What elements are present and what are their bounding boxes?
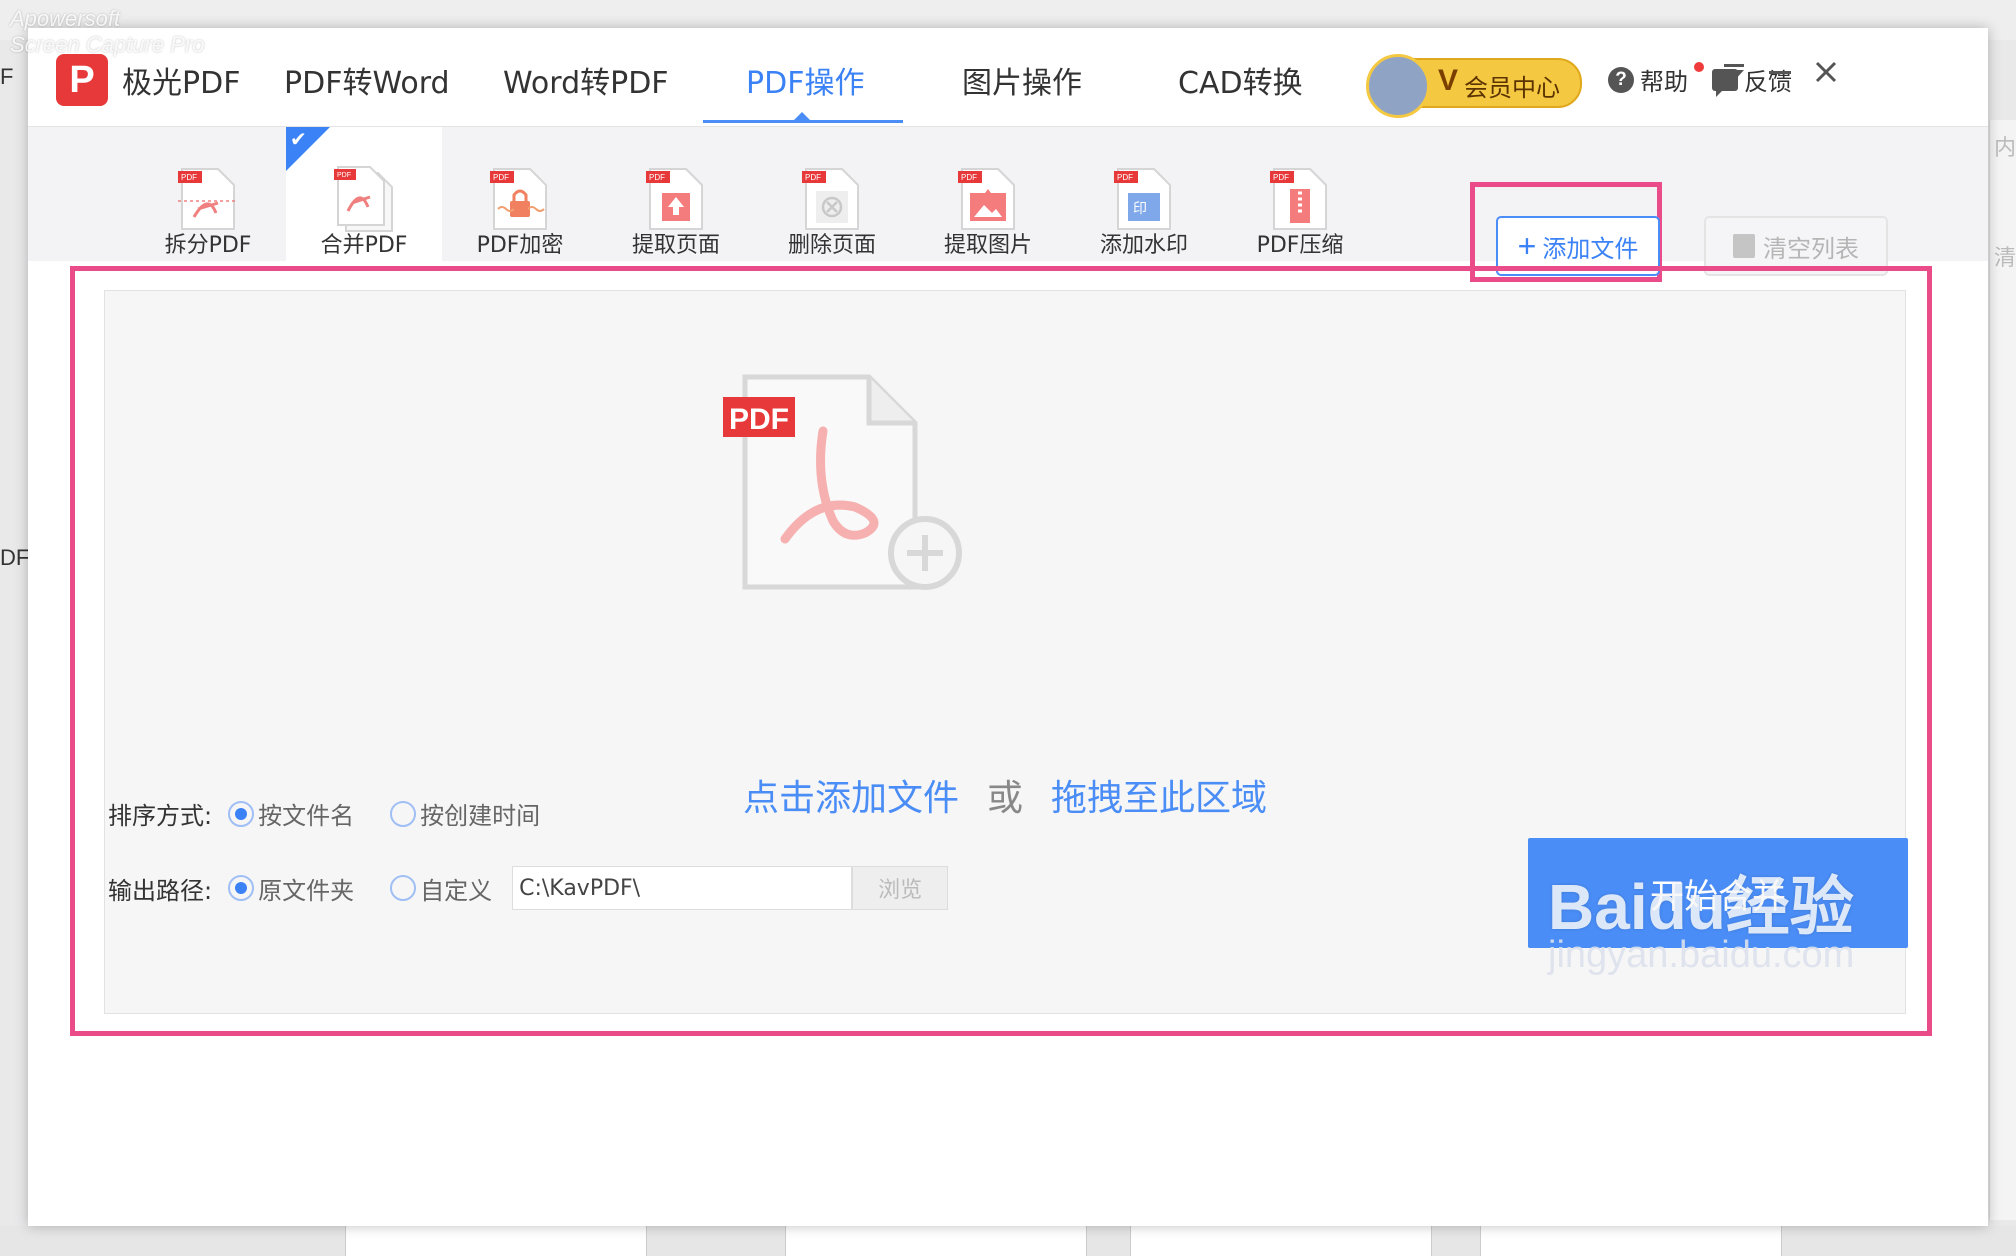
tool-label: PDF加密: [476, 233, 564, 258]
tool-encrypt-pdf[interactable]: PDF PDF加密: [442, 127, 598, 261]
background-text: 清: [1993, 246, 2016, 271]
sort-by-name-radio[interactable]: 按文件名: [228, 796, 354, 831]
svg-text:PDF: PDF: [493, 173, 509, 182]
split-pdf-icon: PDF: [178, 168, 238, 230]
radio-circle: [228, 875, 255, 901]
radio-label: 按文件名: [258, 802, 355, 830]
tab-pdf-to-word[interactable]: PDF转Word: [284, 58, 450, 102]
radio-label: 原文件夹: [258, 876, 355, 905]
tool-label: 添加水印: [1099, 233, 1188, 258]
tab-word-to-pdf[interactable]: Word转PDF: [503, 58, 669, 102]
svg-text:PDF: PDF: [649, 173, 665, 182]
capture-watermark: Apowersoft Screen Capture Pro: [10, 6, 204, 58]
svg-text:PDF: PDF: [1273, 173, 1289, 182]
tool-delete-page[interactable]: PDF 删除页面: [754, 127, 910, 261]
minimize-icon[interactable]: [1762, 58, 1798, 94]
radio-circle: [228, 800, 255, 827]
radio-circle: [390, 800, 417, 827]
question-icon: ?: [1608, 66, 1634, 93]
svg-text:PDF: PDF: [337, 172, 351, 179]
active-tab-indicator: [703, 120, 903, 123]
delete-page-icon: PDF: [802, 168, 859, 230]
extract-page-icon: PDF: [646, 168, 703, 230]
compress-pdf-icon: PDF: [1270, 168, 1327, 230]
tool-add-watermark[interactable]: PDF 印 添加水印: [1066, 127, 1222, 261]
extract-image-icon: PDF: [958, 168, 1015, 230]
background-thumbnail: [1480, 1226, 1782, 1256]
tool-compress-pdf[interactable]: PDF PDF压缩: [1222, 127, 1378, 261]
tool-label: 提取页面: [631, 233, 720, 258]
notification-dot: [1694, 62, 1704, 72]
tab-pdf-operations[interactable]: PDF操作: [746, 58, 864, 102]
background-thumbnail: [785, 1226, 1087, 1256]
clear-list-label: 清空列表: [1763, 234, 1859, 263]
tool-label: 删除页面: [787, 233, 876, 258]
background-panel: [1989, 120, 2016, 1220]
radio-label: 按创建时间: [420, 802, 541, 830]
tool-merge-pdf[interactable]: ✔ PDF 合并PDF: [286, 127, 442, 261]
add-file-label: 添加文件: [1542, 234, 1639, 263]
background-text: F: [0, 64, 14, 89]
sort-label: 排序方式:: [108, 802, 213, 830]
sort-by-time-radio[interactable]: 按创建时间: [390, 796, 540, 831]
title-bar: P 极光PDF PDF转Word Word转PDF PDF操作 图片操作 CAD…: [28, 28, 1988, 127]
vip-center-button[interactable]: V 会员中心: [1366, 54, 1582, 118]
merge-pdf-icon: PDF: [334, 166, 393, 232]
tab-cad-convert[interactable]: CAD转换: [1178, 58, 1303, 102]
checkmark-icon: ✔: [290, 127, 307, 151]
capture-watermark-line: Apowersoft: [10, 6, 121, 31]
help-label: 帮助: [1640, 68, 1688, 96]
tool-label: 合并PDF: [320, 233, 408, 258]
watermark-icon: PDF 印: [1114, 168, 1171, 230]
background-text: 内: [1993, 136, 2016, 161]
tool-label: 提取图片: [943, 233, 1032, 258]
tab-image-operations[interactable]: 图片操作: [962, 58, 1082, 102]
encrypt-pdf-icon: PDF: [490, 168, 547, 230]
menu-dropdown-icon[interactable]: [1716, 58, 1752, 94]
app-name[interactable]: 极光PDF: [122, 58, 240, 102]
vip-badge-icon: V: [1438, 64, 1459, 97]
background-thumbnail: [345, 1226, 647, 1256]
browse-button[interactable]: 浏览: [852, 866, 949, 910]
avatar: [1366, 54, 1430, 118]
radio-label: 自定义: [420, 876, 493, 905]
svg-text:PDF: PDF: [181, 173, 197, 182]
active-tab-caret: [794, 112, 810, 120]
sort-options: 排序方式: 按文件名 按创建时间: [108, 796, 576, 831]
tool-label: 拆分PDF: [164, 233, 252, 258]
background-thumbnail: [1130, 1226, 1432, 1256]
app-logo: P: [56, 54, 108, 106]
trash-icon: [1733, 234, 1755, 258]
svg-text:PDF: PDF: [805, 173, 821, 182]
vip-label: 会员中心: [1464, 74, 1560, 102]
output-label: 输出路径:: [108, 876, 213, 905]
svg-text:PDF: PDF: [961, 173, 977, 182]
close-icon[interactable]: [1808, 58, 1844, 94]
svg-text:印: 印: [1133, 201, 1147, 217]
plus-icon: +: [1517, 227, 1537, 264]
tool-split-pdf[interactable]: PDF 拆分PDF: [130, 127, 286, 261]
background-text: DF: [0, 545, 30, 570]
capture-watermark-line: Screen Capture Pro: [10, 32, 205, 57]
output-options: 输出路径: 原文件夹 自定义 浏览: [108, 866, 949, 910]
app-window: P 极光PDF PDF转Word Word转PDF PDF操作 图片操作 CAD…: [28, 28, 1988, 1226]
radio-circle: [390, 875, 417, 901]
tool-extract-page[interactable]: PDF 提取页面: [598, 127, 754, 261]
tool-label: PDF压缩: [1256, 233, 1344, 258]
svg-text:PDF: PDF: [1117, 173, 1133, 182]
output-path-input[interactable]: [512, 866, 853, 910]
operations-toolbar: PDF 拆分PDF ✔ PDF 合并PDF PDF PDF加密 PDF 提取页面…: [28, 127, 1988, 261]
tool-extract-image[interactable]: PDF 提取图片: [910, 127, 1066, 261]
help-button[interactable]: ? 帮助: [1608, 62, 1688, 97]
start-merge-button[interactable]: 开始合并: [1528, 838, 1908, 948]
output-original-radio[interactable]: 原文件夹: [228, 871, 354, 906]
output-custom-radio[interactable]: 自定义: [390, 871, 492, 906]
